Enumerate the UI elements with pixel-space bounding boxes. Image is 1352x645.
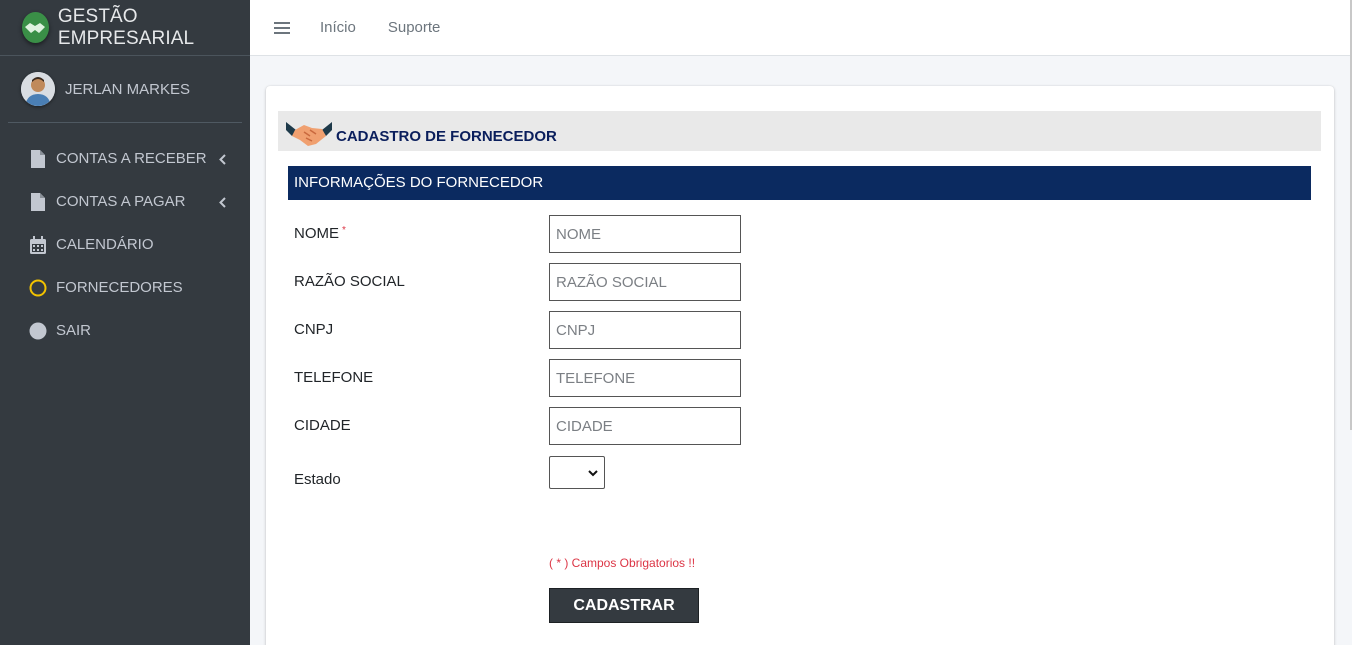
user-panel[interactable]: JERLAN MARKES: [8, 56, 242, 123]
field-label: CNPJ: [294, 321, 334, 338]
chevron-left-icon: [219, 195, 226, 213]
calendar-icon: [29, 235, 47, 255]
cadastrar-button[interactable]: CADASTRAR: [549, 588, 699, 623]
nav-link-inicio[interactable]: Início: [320, 19, 356, 36]
form-row-razao-social: RAZÃO SOCIAL: [294, 273, 405, 291]
field-label: RAZÃO SOCIAL: [294, 273, 405, 290]
brand-title: GESTÃO EMPRESARIAL: [57, 5, 195, 49]
estado-select[interactable]: [549, 456, 605, 489]
section-header: INFORMAÇÕES DO FORNECEDOR: [288, 166, 1311, 200]
field-label: Estado: [294, 471, 341, 488]
brand-link[interactable]: GESTÃO EMPRESARIAL: [0, 0, 250, 56]
circle-filled-icon: [29, 321, 47, 341]
sidebar-item-contas-a-receber[interactable]: CONTAS A RECEBER: [0, 137, 250, 180]
telefone-input[interactable]: [549, 359, 741, 397]
card-header: CADASTRO DE FORNECEDOR: [278, 111, 1321, 151]
chevron-down-icon: [588, 464, 598, 482]
sidebar-item-label: CONTAS A PAGAR: [56, 193, 186, 210]
sidebar-item-sair[interactable]: SAIR: [0, 309, 250, 352]
form-row-estado: Estado: [294, 471, 341, 489]
handshake-logo-icon: [22, 12, 49, 43]
file-icon: [29, 192, 47, 212]
sidebar-nav: CONTAS A RECEBER CONTAS A PAGAR CALENDÁR…: [0, 137, 250, 352]
field-label: CIDADE: [294, 417, 351, 434]
required-fields-note: ( * ) Campos Obrigatorios !!: [549, 556, 696, 570]
circle-outline-icon: [29, 278, 47, 298]
sidebar-item-contas-a-pagar[interactable]: CONTAS A PAGAR: [0, 180, 250, 223]
sidebar: GESTÃO EMPRESARIAL JERLAN MARKES CONTAS …: [0, 0, 250, 645]
form-row-cidade: CIDADE: [294, 417, 351, 435]
sidebar-item-label: CONTAS A RECEBER: [56, 150, 207, 167]
field-label: NOME: [294, 225, 339, 242]
required-marker: *: [342, 225, 346, 236]
user-avatar: [21, 72, 55, 106]
form-card: CADASTRO DE FORNECEDOR INFORMAÇÕES DO FO…: [266, 86, 1334, 645]
cnpj-input[interactable]: [549, 311, 741, 349]
file-icon: [29, 149, 47, 169]
user-name: JERLAN MARKES: [65, 80, 191, 98]
nome-input[interactable]: [549, 215, 741, 253]
cidade-input[interactable]: [549, 407, 741, 445]
form-row-cnpj: CNPJ: [294, 321, 333, 339]
page-title: CADASTRO DE FORNECEDOR: [336, 128, 557, 145]
form-row-nome: NOME *: [294, 225, 346, 243]
handshake-icon: [286, 116, 332, 148]
sidebar-item-label: SAIR: [56, 322, 92, 339]
razao-social-input[interactable]: [549, 263, 741, 301]
nav-link-suporte[interactable]: Suporte: [388, 19, 441, 36]
top-navbar: Início Suporte: [250, 0, 1352, 430]
chevron-left-icon: [219, 152, 226, 170]
menu-toggle-icon[interactable]: [274, 21, 290, 35]
form-row-telefone: TELEFONE: [294, 369, 373, 387]
sidebar-item-fornecedores[interactable]: FORNECEDORES: [0, 266, 250, 309]
sidebar-item-label: CALENDÁRIO: [56, 236, 154, 253]
sidebar-item-calendario[interactable]: CALENDÁRIO: [0, 223, 250, 266]
field-label: TELEFONE: [294, 369, 374, 386]
sidebar-item-label: FORNECEDORES: [56, 279, 183, 296]
